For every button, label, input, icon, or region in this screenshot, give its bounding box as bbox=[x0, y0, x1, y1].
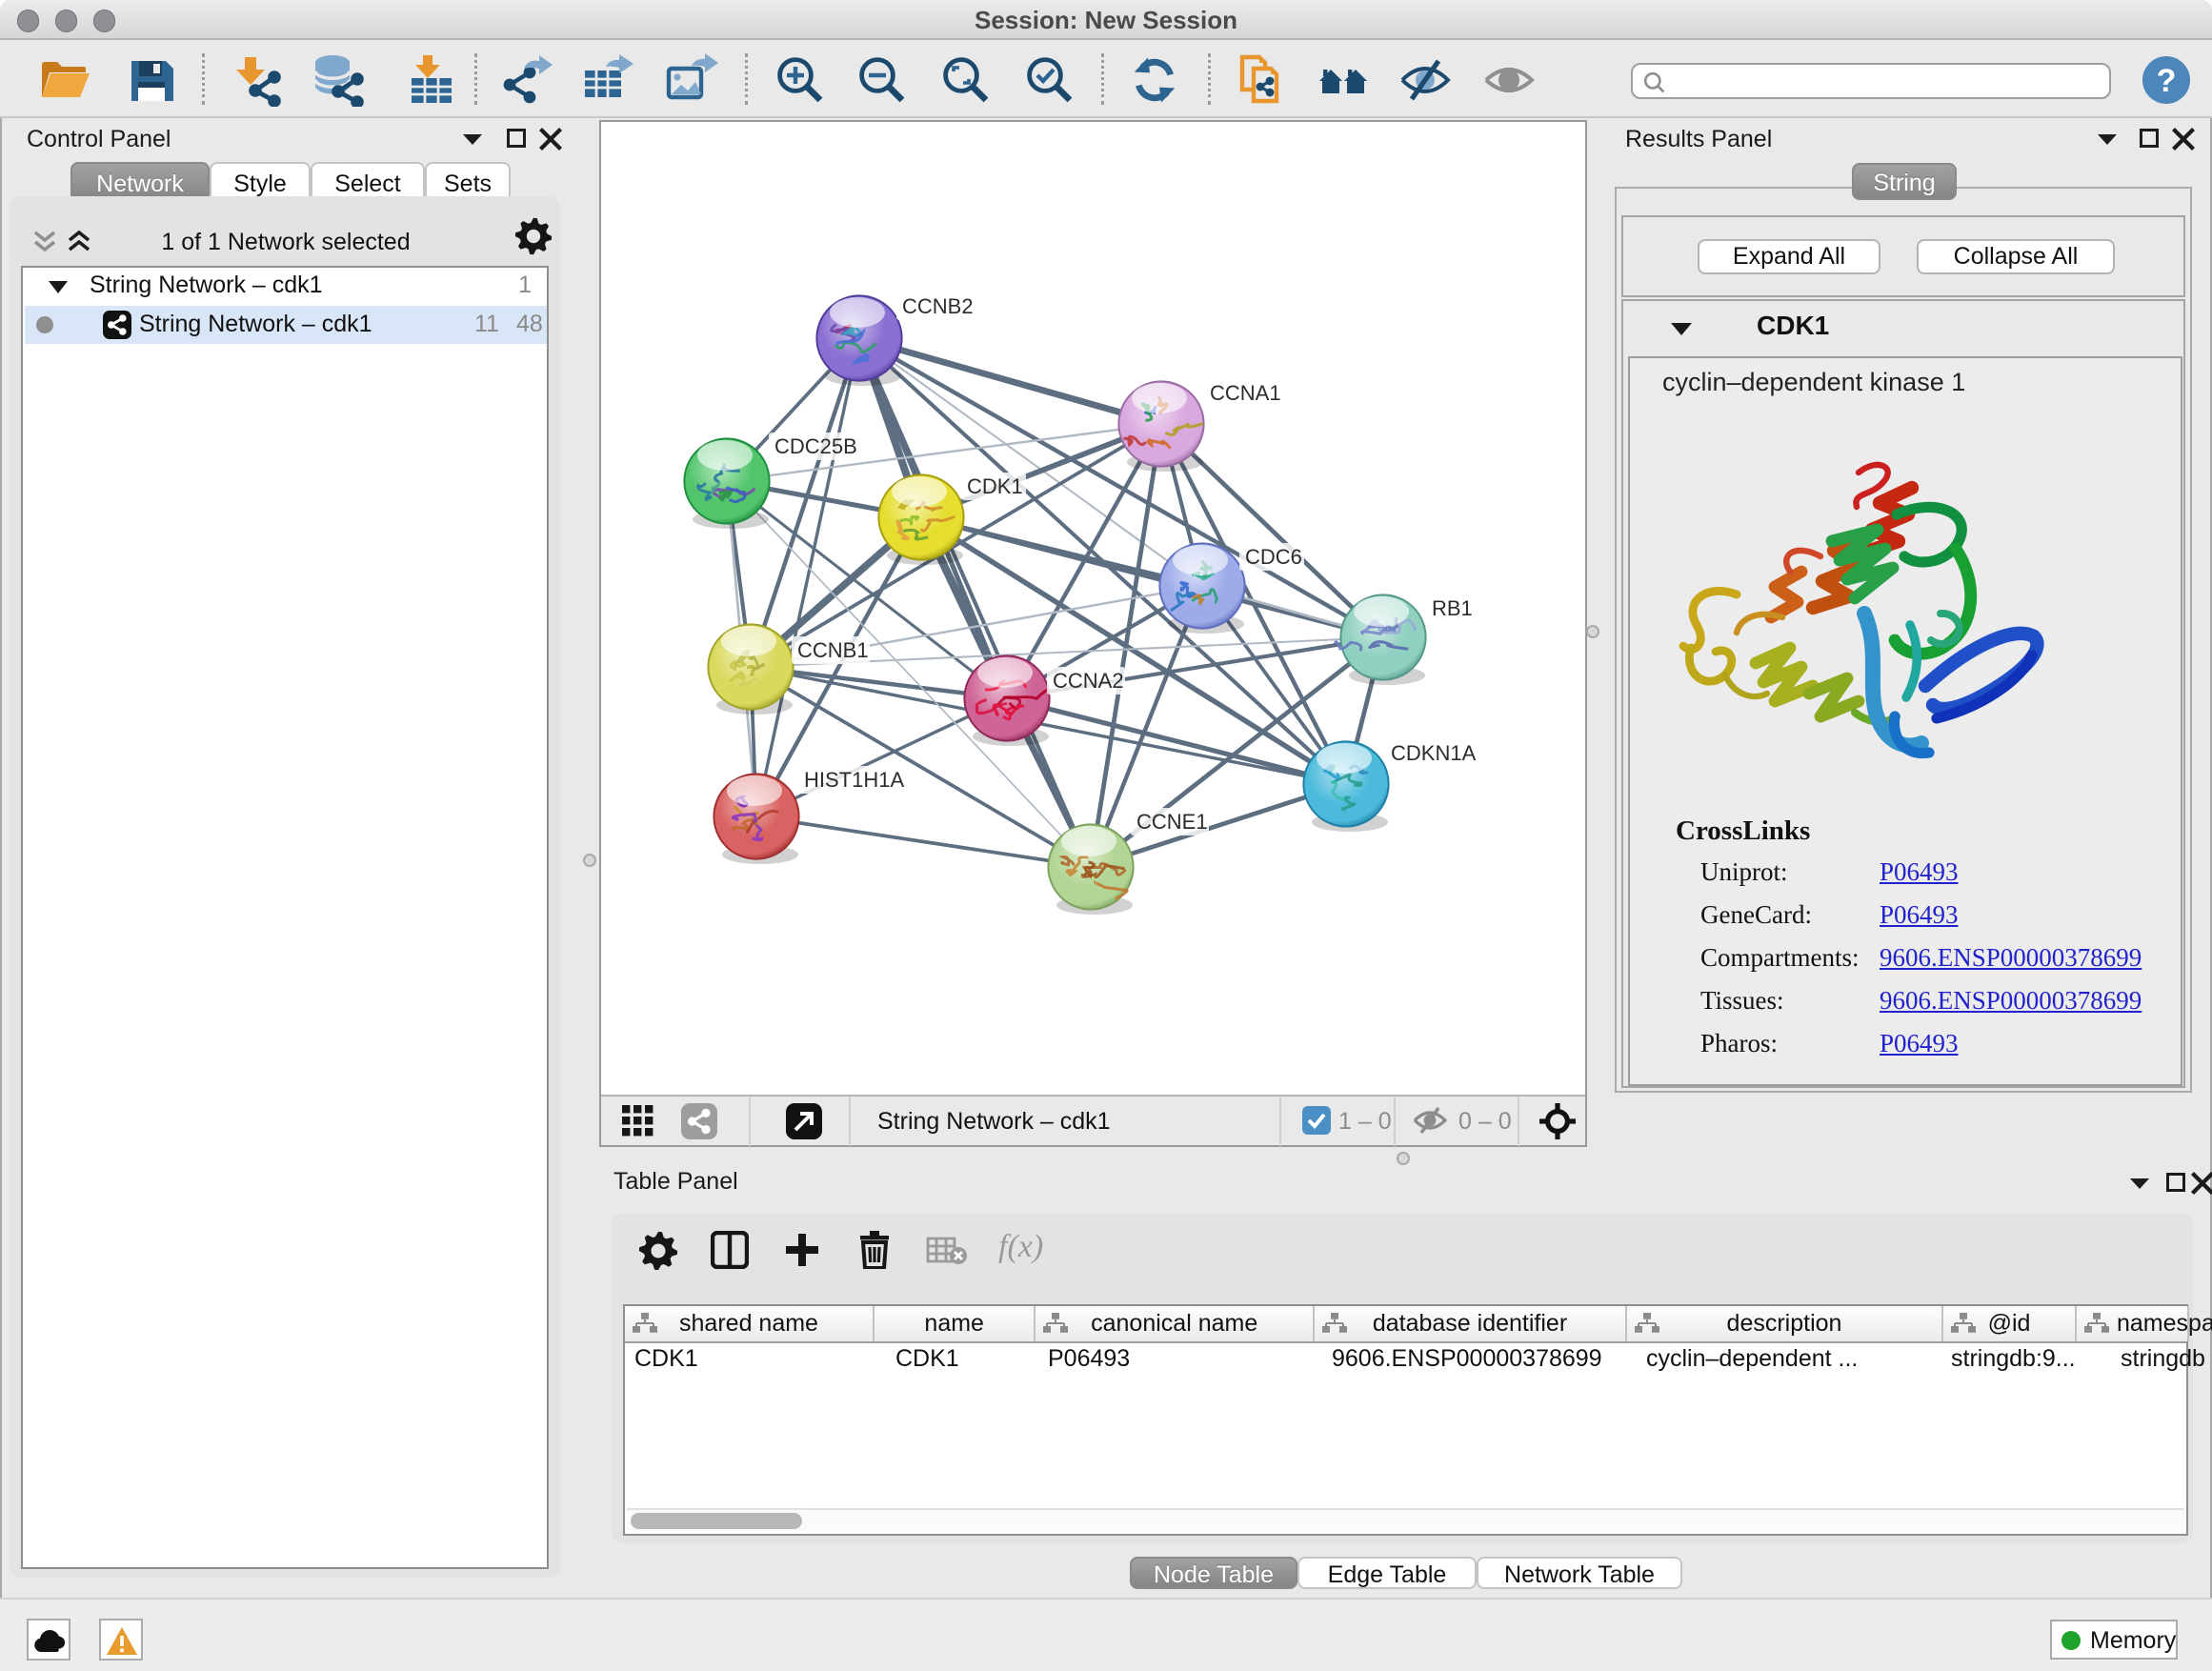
svg-text:RB1: RB1 bbox=[1432, 596, 1473, 620]
svg-text:CCNA1: CCNA1 bbox=[1210, 381, 1281, 405]
svg-text:CDC25B: CDC25B bbox=[774, 434, 857, 458]
svg-text:CCNB1: CCNB1 bbox=[797, 638, 869, 662]
svg-text:?: ? bbox=[2157, 63, 2177, 99]
svg-text:CCNE1: CCNE1 bbox=[1136, 810, 1208, 834]
svg-text:CCNB2: CCNB2 bbox=[902, 294, 974, 318]
svg-text:CDKN1A: CDKN1A bbox=[1391, 741, 1477, 765]
svg-text:CDC6: CDC6 bbox=[1245, 545, 1302, 569]
svg-text:HIST1H1A: HIST1H1A bbox=[804, 768, 904, 792]
svg-text:CDK1: CDK1 bbox=[967, 474, 1023, 498]
svg-text:CCNA2: CCNA2 bbox=[1053, 669, 1124, 693]
